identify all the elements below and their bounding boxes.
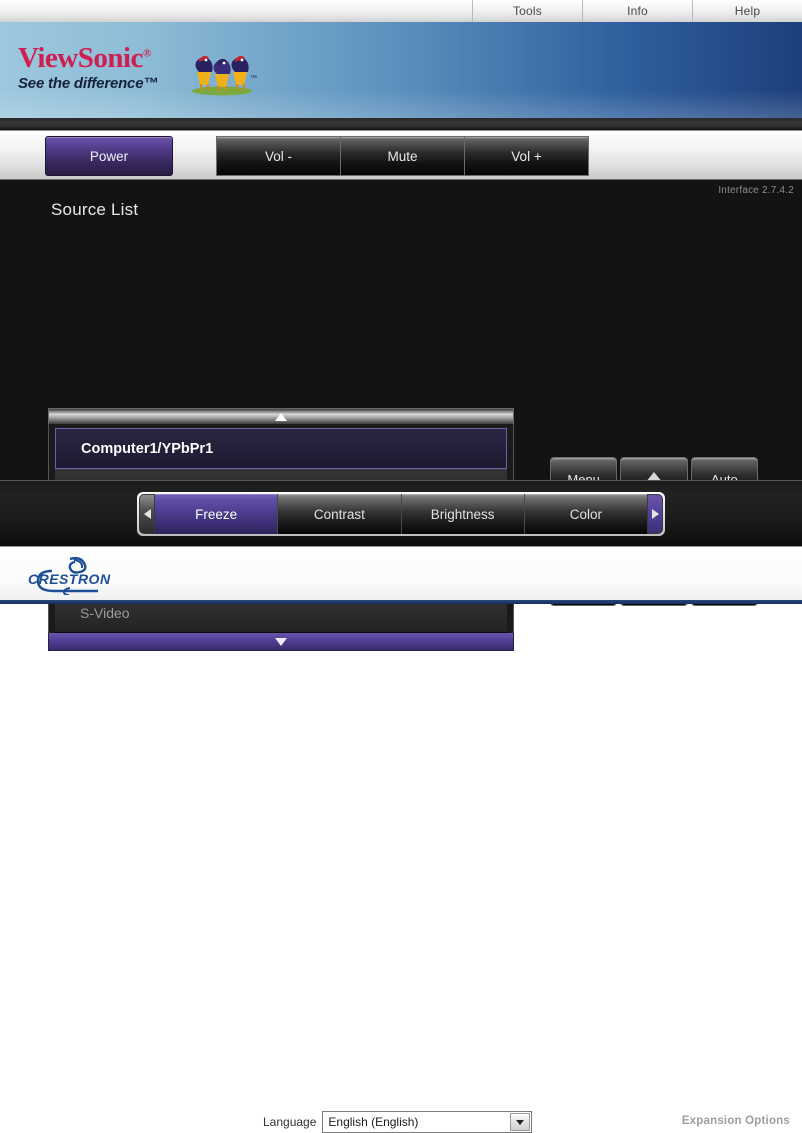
volume-down-button[interactable]: Vol - bbox=[216, 136, 341, 176]
menu-item-tools-label: Tools bbox=[512, 4, 542, 18]
primary-control-bar: Power Vol - Mute Vol + bbox=[0, 131, 802, 180]
language-label: Language bbox=[263, 1115, 317, 1129]
volume-up-button[interactable]: Vol + bbox=[465, 136, 589, 176]
crestron-wordmark: CRESTRON bbox=[28, 571, 111, 587]
tab-strip-prev-button[interactable] bbox=[139, 494, 155, 534]
menu-item-help-label: Help bbox=[734, 4, 761, 18]
source-list-scroll-up-button[interactable] bbox=[48, 408, 514, 424]
tab-color-label: Color bbox=[569, 506, 602, 522]
menu-item-help[interactable]: Help bbox=[692, 0, 802, 22]
triangle-down-icon bbox=[275, 637, 287, 646]
language-select[interactable]: English (English) bbox=[322, 1111, 533, 1133]
tab-brightness[interactable]: Brightness bbox=[401, 494, 525, 534]
crestron-logo: CRESTRON bbox=[18, 555, 126, 596]
tab-list: Freeze Contrast Brightness Color bbox=[155, 494, 647, 534]
main-panel: Interface 2.7.4.2 Source List Computer1/… bbox=[0, 180, 802, 651]
expansion-options-link[interactable]: Expansion Options bbox=[682, 1115, 790, 1127]
volume-button-group: Vol - Mute Vol + bbox=[216, 136, 589, 176]
mute-button[interactable]: Mute bbox=[341, 136, 465, 176]
menu-item-tools[interactable]: Tools bbox=[472, 0, 582, 22]
viewsonic-logo: ViewSonic® See the difference™ ™ bbox=[18, 42, 257, 100]
mute-label: Mute bbox=[387, 148, 418, 164]
chevron-down-icon[interactable] bbox=[510, 1113, 531, 1131]
svg-text:™: ™ bbox=[250, 75, 257, 82]
volume-up-label: Vol + bbox=[511, 148, 542, 164]
tab-brightness-label: Brightness bbox=[430, 506, 495, 522]
banner-divider bbox=[0, 118, 802, 131]
tab-strip: Freeze Contrast Brightness Color bbox=[137, 492, 665, 536]
viewsonic-brand-text: ViewSonic bbox=[18, 42, 143, 74]
chevron-right-icon bbox=[651, 509, 659, 519]
language-select-value: English (English) bbox=[328, 1115, 419, 1129]
tab-freeze[interactable]: Freeze bbox=[155, 494, 279, 534]
source-list-item-label: S-Video bbox=[80, 604, 130, 621]
brand-banner: ViewSonic® See the difference™ ™ bbox=[0, 22, 802, 118]
source-list-item-computer1[interactable]: Computer1/YPbPr1 bbox=[55, 428, 507, 469]
viewsonic-finches-logo-icon: ™ bbox=[192, 55, 257, 96]
power-button[interactable]: Power bbox=[45, 136, 173, 176]
chevron-left-icon bbox=[143, 509, 151, 519]
top-menu-bar: Tools Info Help bbox=[0, 0, 802, 22]
registered-mark: ® bbox=[142, 47, 151, 60]
tab-freeze-label: Freeze bbox=[195, 506, 238, 522]
crestron-projector-control-page: Tools Info Help ViewSonic® See the diffe… bbox=[0, 0, 802, 1133]
tab-strip-next-button[interactable] bbox=[647, 494, 663, 534]
tab-strip-zone: Freeze Contrast Brightness Color bbox=[0, 480, 802, 547]
interface-version-label: Interface 2.7.4.2 bbox=[718, 185, 794, 196]
footer-bar: CRESTRON Language English (English) Expa… bbox=[0, 546, 802, 1133]
power-button-label: Power bbox=[89, 148, 129, 164]
source-list-item-label: Computer1/YPbPr1 bbox=[81, 440, 214, 457]
tab-contrast[interactable]: Contrast bbox=[278, 494, 402, 534]
language-selector: Language English (English) bbox=[263, 1111, 533, 1133]
volume-down-label: Vol - bbox=[264, 148, 292, 164]
triangle-up-icon bbox=[275, 412, 287, 421]
source-list-scroll-down-button[interactable] bbox=[48, 633, 514, 651]
tab-contrast-label: Contrast bbox=[313, 506, 365, 522]
page-title: Source List bbox=[51, 200, 139, 219]
menu-item-info-label: Info bbox=[627, 4, 648, 18]
tab-color[interactable]: Color bbox=[524, 494, 647, 534]
caret-triangle bbox=[516, 1119, 525, 1125]
menu-item-info[interactable]: Info bbox=[582, 0, 692, 22]
